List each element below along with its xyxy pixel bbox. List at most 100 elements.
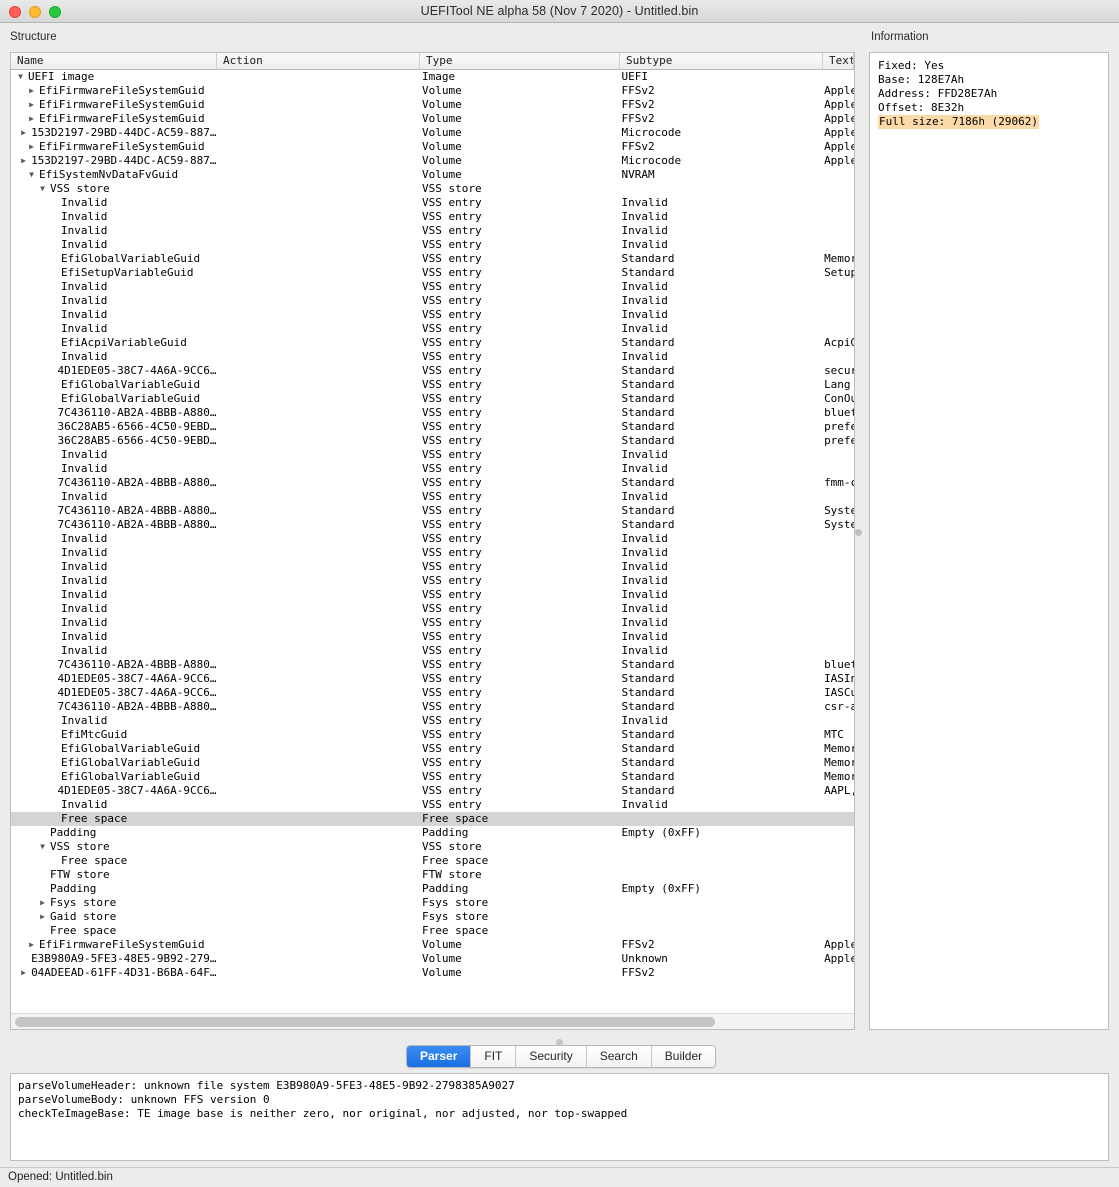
tree-row[interactable]: ▶InvalidVSS entryInvalid bbox=[11, 490, 854, 504]
tree-row[interactable]: ▶ EfiFirmwareFileSystemGuid Volume FFSv2 App… bbox=[11, 938, 854, 952]
tree-row-name-cell: ▼ VSS store bbox=[11, 182, 217, 196]
tree-row[interactable]: ▶Free spaceFree space bbox=[11, 812, 854, 826]
tree-row[interactable]: ▶PaddingPaddingEmpty (0xFF) bbox=[11, 826, 854, 840]
tree-row[interactable]: ▶InvalidVSS entryInvalid bbox=[11, 574, 854, 588]
tree-row[interactable]: ▶InvalidVSS entryInvalid bbox=[11, 546, 854, 560]
chevron-right-icon[interactable]: ▶ bbox=[18, 126, 29, 140]
chevron-right-icon[interactable]: ▶ bbox=[18, 966, 29, 980]
tree-row[interactable]: ▶EfiGlobalVariableGuid VSS entry Standard M… bbox=[11, 742, 854, 756]
chevron-down-icon[interactable]: ▼ bbox=[37, 840, 48, 854]
zoom-button[interactable] bbox=[49, 6, 61, 18]
tree-row[interactable]: ▶7C436110-AB2A-4BBB-A880… VSS entry Standa… bbox=[11, 504, 854, 518]
tree-row[interactable]: ▶InvalidVSS entryInvalid bbox=[11, 644, 854, 658]
tree-row[interactable]: ▶7C436110-AB2A-4BBB-A880… VSS entry Standa… bbox=[11, 406, 854, 420]
tree-row[interactable]: ▶ 153D2197-29BD-44DC-AC59-887… Volume Micro… bbox=[11, 126, 854, 140]
tree-row[interactable]: ▶4D1EDE05-38C7-4A6A-9CC6… VSS entry Standa… bbox=[11, 672, 854, 686]
minimize-button[interactable] bbox=[29, 6, 41, 18]
tree-row[interactable]: ▶EfiSetupVariableGuid VSS entry Standard Se… bbox=[11, 266, 854, 280]
chevron-right-icon[interactable]: ▶ bbox=[37, 910, 48, 924]
tree-row[interactable]: ▶InvalidVSS entryInvalid bbox=[11, 238, 854, 252]
chevron-right-icon[interactable]: ▶ bbox=[26, 98, 37, 112]
tree-row[interactable]: ▶EfiMtcGuid VSS entry Standard MTC bbox=[11, 728, 854, 742]
tree-row[interactable]: ▶E3B980A9-5FE3-48E5-9B92-279… Volume Unkno… bbox=[11, 952, 854, 966]
tree-row[interactable]: ▶36C28AB5-6566-4C50-9EBD… VSS entry Standa… bbox=[11, 420, 854, 434]
tree-row[interactable]: ▶ 153D2197-29BD-44DC-AC59-887… Volume Micro… bbox=[11, 154, 854, 168]
tab-security[interactable]: Security bbox=[516, 1046, 587, 1067]
tree-row[interactable]: ▶InvalidVSS entryInvalid bbox=[11, 280, 854, 294]
tree-row[interactable]: ▶InvalidVSS entryInvalid bbox=[11, 462, 854, 476]
tree-row[interactable]: ▶InvalidVSS entryInvalid bbox=[11, 350, 854, 364]
tree-row[interactable]: ▶FTW storeFTW store bbox=[11, 868, 854, 882]
tree-row[interactable]: ▶4D1EDE05-38C7-4A6A-9CC6… VSS entry Standa… bbox=[11, 364, 854, 378]
chevron-down-icon[interactable]: ▼ bbox=[37, 182, 48, 196]
tree-row[interactable]: ▶EfiAcpiVariableGuid VSS entry Standard Acp… bbox=[11, 336, 854, 350]
tree-row[interactable]: ▶ 04ADEEAD-61FF-4D31-B6BA-64F… Volume FFSv2 bbox=[11, 966, 854, 980]
column-header-subtype[interactable]: Subtype bbox=[620, 53, 823, 69]
tree-row[interactable]: ▶InvalidVSS entryInvalid bbox=[11, 630, 854, 644]
tree-row-name-cell: ▶EfiGlobalVariableGuid bbox=[11, 378, 217, 392]
tree-row[interactable]: ▶7C436110-AB2A-4BBB-A880… VSS entry Standa… bbox=[11, 518, 854, 532]
tree-row[interactable]: ▼ VSS store VSS store bbox=[11, 840, 854, 854]
tree-row[interactable]: ▶EfiGlobalVariableGuid VSS entry Standard C… bbox=[11, 392, 854, 406]
column-header-name[interactable]: Name bbox=[11, 53, 217, 69]
chevron-right-icon[interactable]: ▶ bbox=[26, 140, 37, 154]
panel-splitter-handle[interactable] bbox=[855, 529, 862, 536]
tree-row[interactable]: ▶InvalidVSS entryInvalid bbox=[11, 448, 854, 462]
chevron-down-icon[interactable]: ▼ bbox=[15, 70, 26, 84]
tab-parser[interactable]: Parser bbox=[407, 1046, 472, 1067]
tree-row[interactable]: ▶ EfiFirmwareFileSystemGuid Volume FFSv2 App… bbox=[11, 112, 854, 126]
tree-row[interactable]: ▶InvalidVSS entryInvalid bbox=[11, 322, 854, 336]
tree-row[interactable]: ▶ EfiFirmwareFileSystemGuid Volume FFSv2 App… bbox=[11, 98, 854, 112]
tree-row[interactable]: ▶ EfiFirmwareFileSystemGuid Volume FFSv2 App… bbox=[11, 84, 854, 98]
tree-row[interactable]: ▶7C436110-AB2A-4BBB-A880… VSS entry Standa… bbox=[11, 476, 854, 490]
tree-row[interactable]: ▶36C28AB5-6566-4C50-9EBD… VSS entry Standa… bbox=[11, 434, 854, 448]
tree-row[interactable]: ▶Free spaceFree space bbox=[11, 854, 854, 868]
tree-row[interactable]: ▶EfiGlobalVariableGuid VSS entry Standard M… bbox=[11, 770, 854, 784]
tree-row[interactable]: ▶InvalidVSS entryInvalid bbox=[11, 308, 854, 322]
chevron-right-icon[interactable]: ▶ bbox=[26, 84, 37, 98]
column-header-action[interactable]: Action bbox=[217, 53, 420, 69]
tree-row[interactable]: ▶InvalidVSS entryInvalid bbox=[11, 210, 854, 224]
tree-row[interactable]: ▶4D1EDE05-38C7-4A6A-9CC6… VSS entry Standa… bbox=[11, 784, 854, 798]
tree-row[interactable]: ▶InvalidVSS entryInvalid bbox=[11, 294, 854, 308]
tree-row[interactable]: ▶InvalidVSS entryInvalid bbox=[11, 588, 854, 602]
chevron-right-icon[interactable]: ▶ bbox=[37, 896, 48, 910]
tree-row[interactable]: ▶7C436110-AB2A-4BBB-A880… VSS entry Standa… bbox=[11, 700, 854, 714]
message-log-panel[interactable]: parseVolumeHeader: unknown file system E… bbox=[10, 1073, 1109, 1161]
chevron-down-icon[interactable]: ▼ bbox=[26, 168, 37, 182]
tree-row[interactable]: ▶ EfiFirmwareFileSystemGuid Volume FFSv2 App… bbox=[11, 140, 854, 154]
tree-horizontal-scrollbar[interactable] bbox=[11, 1013, 854, 1029]
tree-row[interactable]: ▶InvalidVSS entryInvalid bbox=[11, 714, 854, 728]
column-header-text[interactable]: Text bbox=[823, 53, 854, 69]
tree-row[interactable]: ▶EfiGlobalVariableGuid VSS entry Standard L… bbox=[11, 378, 854, 392]
tree-row-text-cell bbox=[821, 588, 854, 602]
close-button[interactable] bbox=[9, 6, 21, 18]
tree-row[interactable]: ▶InvalidVSS entryInvalid bbox=[11, 616, 854, 630]
tree-row[interactable]: ▼ VSS store VSS store bbox=[11, 182, 854, 196]
tab-fit[interactable]: FIT bbox=[471, 1046, 517, 1067]
tree-row[interactable]: ▶4D1EDE05-38C7-4A6A-9CC6… VSS entry Standa… bbox=[11, 686, 854, 700]
tree-horizontal-scroll-thumb[interactable] bbox=[15, 1017, 715, 1027]
tree-row[interactable]: ▼ UEFI image Image UEFI bbox=[11, 70, 854, 84]
tab-builder[interactable]: Builder bbox=[651, 1046, 716, 1067]
tree-row[interactable]: ▶InvalidVSS entryInvalid bbox=[11, 560, 854, 574]
tree-row[interactable]: ▶ Gaid store Fsys store bbox=[11, 910, 854, 924]
chevron-right-icon[interactable]: ▶ bbox=[18, 154, 29, 168]
tree-row[interactable]: ▶PaddingPaddingEmpty (0xFF) bbox=[11, 882, 854, 896]
column-header-type[interactable]: Type bbox=[420, 53, 620, 69]
tree-row[interactable]: ▶InvalidVSS entryInvalid bbox=[11, 798, 854, 812]
tab-search[interactable]: Search bbox=[586, 1046, 652, 1067]
tree-row[interactable]: ▶7C436110-AB2A-4BBB-A880… VSS entry Standa… bbox=[11, 658, 854, 672]
tree-row[interactable]: ▶InvalidVSS entryInvalid bbox=[11, 532, 854, 546]
tree-row[interactable]: ▶ Fsys store Fsys store bbox=[11, 896, 854, 910]
tree-row[interactable]: ▶InvalidVSS entryInvalid bbox=[11, 602, 854, 616]
tree-row[interactable]: ▼ EfiSystemNvDataFvGuid Volume NVRAM bbox=[11, 168, 854, 182]
tree-row[interactable]: ▶InvalidVSS entryInvalid bbox=[11, 196, 854, 210]
tree-row[interactable]: ▶EfiGlobalVariableGuid VSS entry Standard M… bbox=[11, 756, 854, 770]
chevron-right-icon[interactable]: ▶ bbox=[26, 938, 37, 952]
tree-row[interactable]: ▶Free spaceFree space bbox=[11, 924, 854, 938]
chevron-right-icon[interactable]: ▶ bbox=[26, 112, 37, 126]
tree-row[interactable]: ▶InvalidVSS entryInvalid bbox=[11, 224, 854, 238]
tree-row[interactable]: ▶EfiGlobalVariableGuid VSS entry Standard M… bbox=[11, 252, 854, 266]
tree-row-text-cell bbox=[821, 798, 854, 812]
